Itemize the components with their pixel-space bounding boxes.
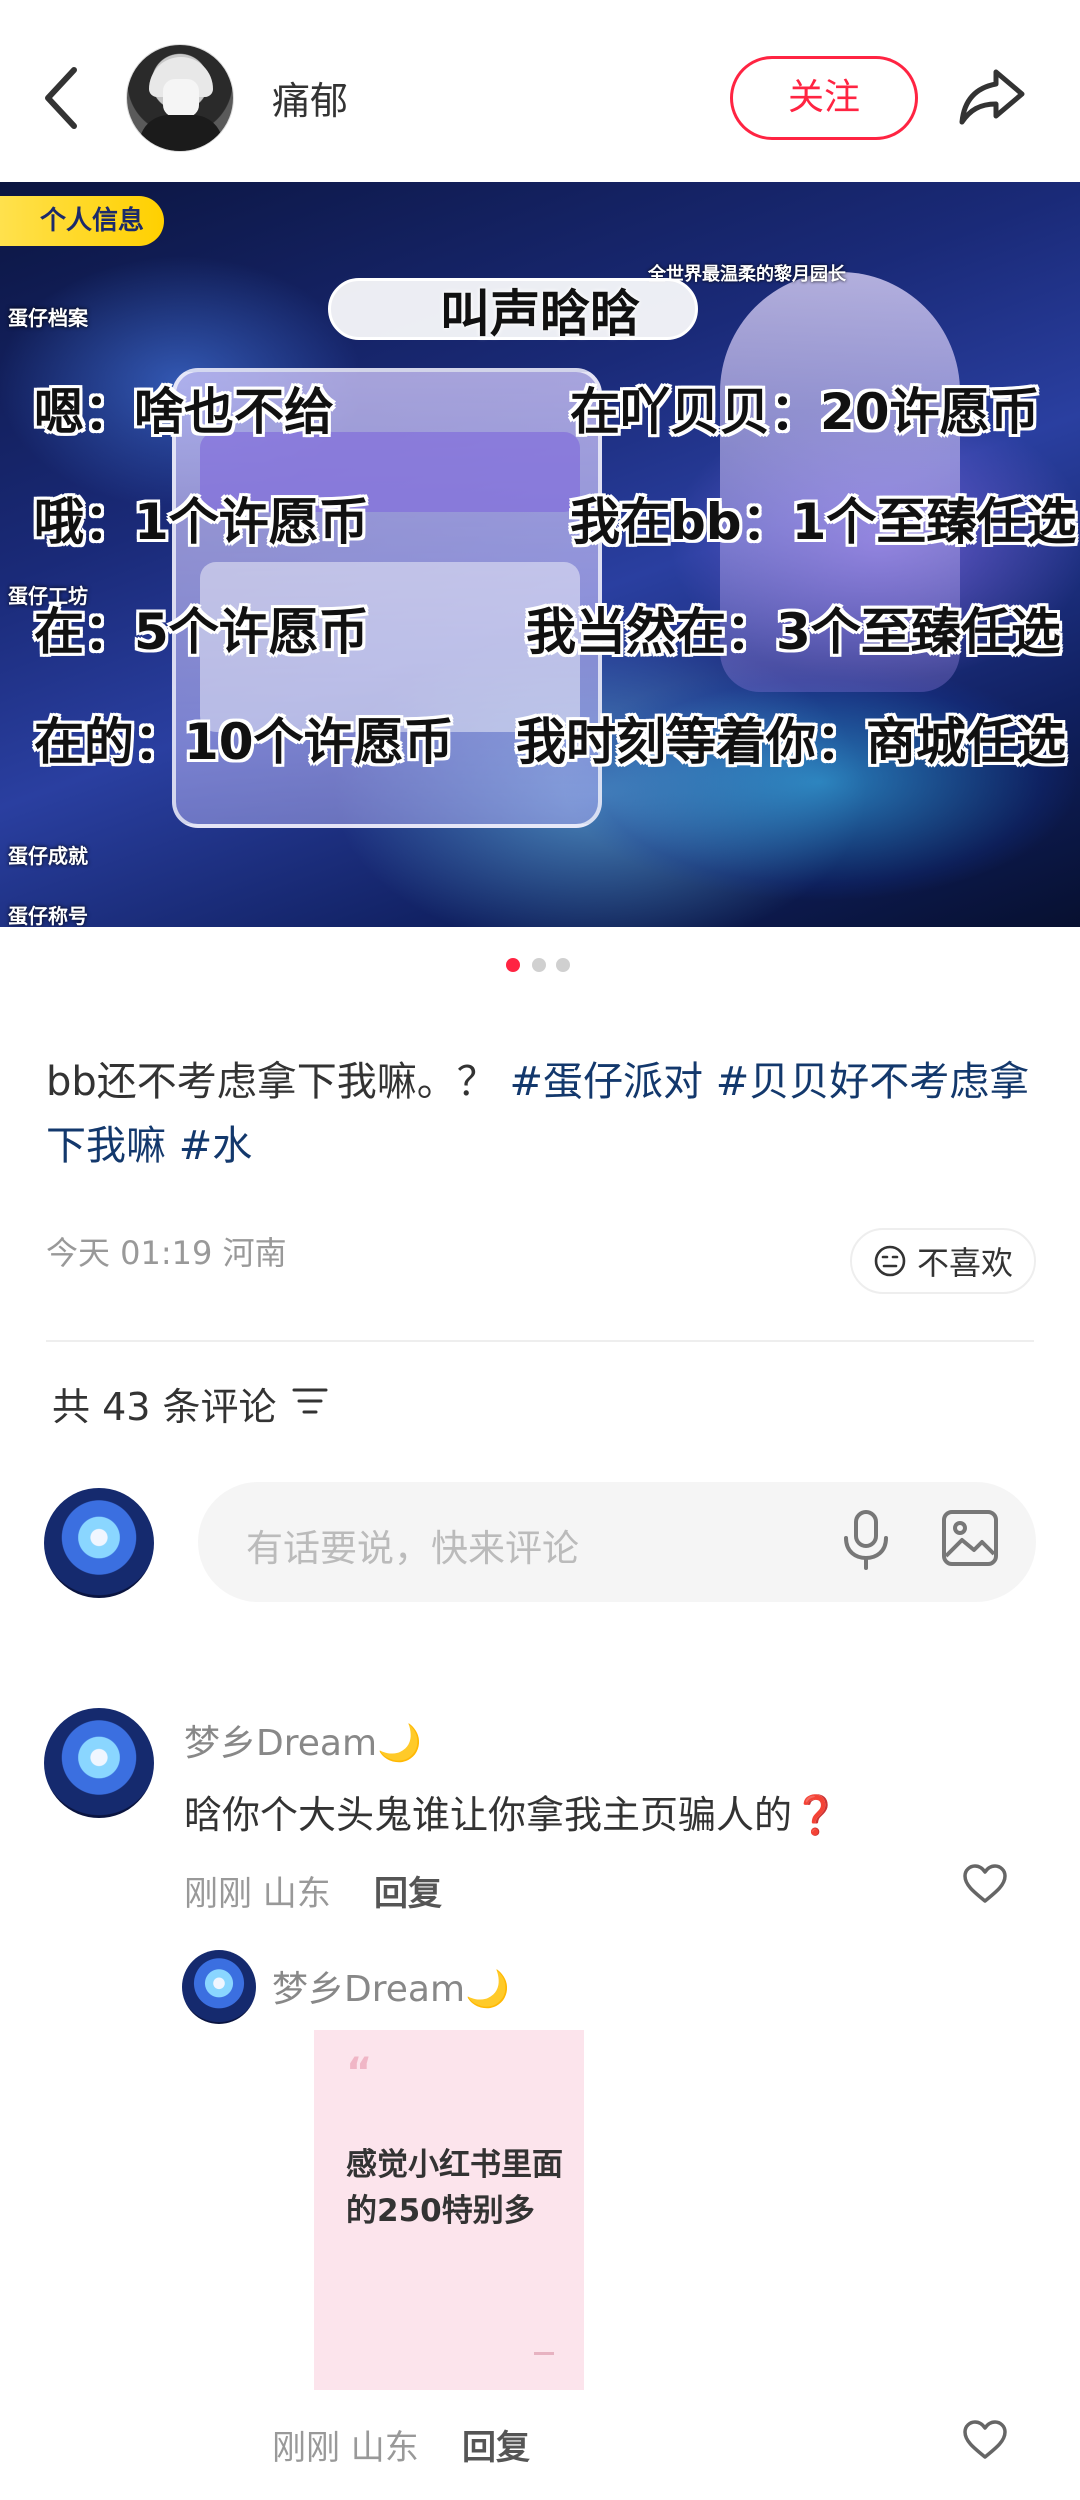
reply-button[interactable]: 回复 — [374, 1866, 442, 1915]
post-image[interactable]: 个人信息 蛋仔档案 蛋仔工坊 蛋仔成就 蛋仔称号 全世界最温柔的黎月园长 叫声晗… — [0, 182, 1080, 927]
comment-meta: 刚刚 山东 — [184, 1874, 331, 1914]
decorative-wave — [560, 662, 1080, 902]
author-avatar[interactable] — [126, 44, 234, 152]
follow-button[interactable]: 关注 — [730, 56, 918, 140]
info-banner: 个人信息 — [0, 196, 165, 246]
quote-divider — [534, 2352, 554, 2355]
carousel-indicator — [506, 958, 576, 974]
overlay-line-left: 在的：10个许愿币 — [34, 713, 454, 771]
quote-card[interactable]: “ 感觉小红书里面的250特别多 — [314, 2030, 584, 2390]
hashtag[interactable]: #蛋仔派对 — [510, 1059, 704, 1105]
my-avatar — [44, 1488, 154, 1598]
heart-icon[interactable] — [962, 2420, 1008, 2460]
author-name[interactable]: 痛郁 — [272, 70, 348, 125]
hashtag[interactable]: #水 — [179, 1123, 253, 1169]
commenter-avatar[interactable] — [44, 1708, 154, 1818]
post-meta: 今天 01:19 河南 — [46, 1234, 287, 1272]
side-tag: 蛋仔成就 — [8, 844, 88, 868]
carousel-dot — [532, 958, 546, 972]
overlay-line-right: 我在bb：1个至臻任选 — [570, 493, 1077, 551]
overlay-line-right: 我当然在：3个至臻任选 — [526, 603, 1061, 661]
divider — [46, 1340, 1034, 1342]
post-text: bb还不考虑拿下我嘛。？ — [46, 1059, 497, 1105]
side-tag: 蛋仔档案 — [8, 306, 88, 330]
overlay-line-left: 哦：1个许愿币 — [34, 493, 369, 551]
carousel-dot-active — [506, 958, 520, 972]
post-body: bb还不考虑拿下我嘛。？ #蛋仔派对 #贝贝好不考虑拿下我嘛 #水 — [46, 1050, 1036, 1178]
comment-input-placeholder[interactable]: 有话要说，快来评论 — [246, 1518, 579, 1572]
commenter-avatar[interactable] — [182, 1950, 256, 2024]
overlay-title: 叫声晗晗 — [440, 285, 640, 343]
comment-author[interactable]: 梦乡Dream🌙 — [272, 1960, 510, 2012]
overlay-line-right: 我时刻等着你：商城任选 — [516, 713, 1066, 771]
top-bar: 痛郁 关注 — [0, 0, 1080, 182]
dislike-label: 不喜欢 — [916, 1244, 1013, 1282]
overlay-line-left: 在：5个许愿币 — [34, 603, 369, 661]
quote-text: 感觉小红书里面的250特别多 — [346, 2147, 563, 2229]
side-tag: 蛋仔称号 — [8, 904, 88, 927]
neutral-face-icon — [874, 1245, 906, 1277]
comment-count: 共 43 条评论 — [52, 1385, 277, 1429]
mic-icon[interactable] — [838, 1508, 894, 1572]
comment-body: 晗你个大头鬼谁让你拿我主页骗人的❓ — [184, 1793, 840, 1837]
sort-icon[interactable] — [292, 1386, 328, 1416]
overlay-line-right: 在吖贝贝：20许愿币 — [570, 383, 1040, 441]
quote-mark-icon: “ — [346, 2050, 373, 2096]
back-icon[interactable] — [40, 62, 84, 134]
image-icon[interactable] — [940, 1508, 1000, 1568]
dislike-button[interactable]: 不喜欢 — [850, 1228, 1036, 1294]
reply-button[interactable]: 回复 — [462, 2420, 530, 2469]
heart-icon[interactable] — [962, 1864, 1008, 1904]
comment-meta: 刚刚 山东 — [272, 2428, 419, 2468]
avatar-face — [163, 79, 199, 117]
carousel-dot — [556, 958, 570, 972]
share-icon[interactable] — [956, 64, 1028, 128]
avatar-coat — [139, 115, 223, 151]
comment-author[interactable]: 梦乡Dream🌙 — [184, 1714, 422, 1766]
overlay-line-left: 嗯：啥也不给 — [34, 383, 334, 441]
